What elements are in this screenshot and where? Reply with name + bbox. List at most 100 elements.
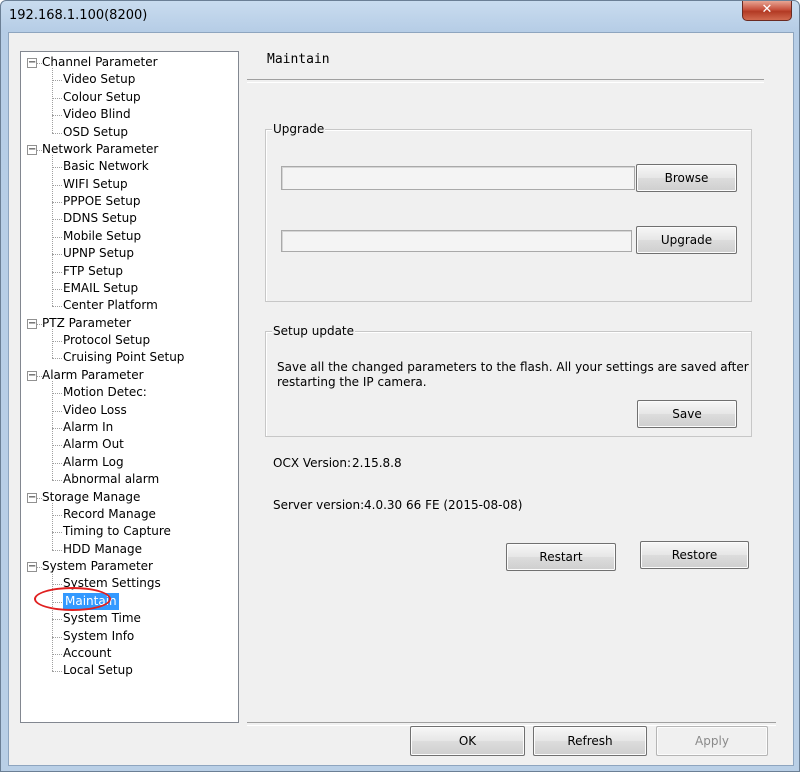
upgrade-group: Upgrade [265,122,752,302]
collapse-toggle-icon[interactable]: − [27,492,37,503]
save-button[interactable]: Save [637,400,737,428]
tree-connector [52,480,62,482]
tree-item[interactable]: Alarm Out [63,436,124,453]
tree-connector [52,341,62,343]
title-bar[interactable]: 192.168.1.100(8200) ✕ [1,1,799,31]
tree-connector [52,502,53,550]
tree-connector [52,288,62,290]
tree-connector [52,236,62,238]
tree-item[interactable]: WIFI Setup [63,176,128,193]
tree-connector [52,306,62,308]
tree-item[interactable]: Record Manage [63,506,156,523]
tree-connector [52,132,62,134]
tree-connector [52,532,62,534]
title-divider [247,79,764,83]
server-version-value: 4.0.30 66 FE (2015-08-08) [364,498,523,512]
tree-connector [52,97,62,99]
tree-item[interactable]: System Time [63,610,141,627]
upgrade-button[interactable]: Upgrade [636,226,737,254]
tree-item[interactable]: UPNP Setup [63,245,134,262]
tree-item[interactable]: Alarm Log [63,454,124,471]
close-icon: ✕ [761,2,773,17]
setup-update-caption: Setup update [272,324,356,338]
tree-item[interactable]: Alarm In [63,419,113,436]
tree-connector [52,653,62,655]
tree-connector [52,549,62,551]
tree-connector [52,271,62,273]
upgrade-group-caption: Upgrade [272,122,326,136]
collapse-toggle-icon[interactable]: − [27,318,37,329]
tree-connector [52,167,62,169]
tree-item[interactable]: Timing to Capture [63,523,171,540]
tree-item[interactable]: Center Platform [63,297,158,314]
dialog-client-area: − Channel Parameter Video Setup Colour Setu… [8,32,794,766]
tree-connector [52,80,62,82]
tree-connector [52,154,53,307]
tree-item[interactable]: Video Blind [63,106,131,123]
tree-group-label[interactable]: System Parameter [42,558,153,575]
tree-connector [52,328,53,359]
tree-connector [52,393,62,395]
tree-item[interactable]: Abnormal alarm [63,471,159,488]
tree-group-label[interactable]: Alarm Parameter [42,367,144,384]
tree-group-label[interactable]: Network Parameter [42,141,158,158]
tree-item[interactable]: Local Setup [63,662,133,679]
apply-button[interactable]: Apply [656,726,768,756]
tree-group-label[interactable]: Channel Parameter [42,54,158,71]
tree-item[interactable]: FTP Setup [63,263,123,280]
collapse-toggle-icon[interactable]: − [27,144,37,155]
tree-connector [52,410,62,412]
app-window: 192.168.1.100(8200) ✕ − Channel Parameter… [0,0,800,772]
tree-connector [52,115,62,117]
tree-connector [52,619,62,621]
tree-item[interactable]: System Info [63,628,134,645]
tree-connector [52,68,53,133]
tree-connector [52,358,62,360]
setup-update-description-line1: Save all the changed parameters to the f… [277,360,749,374]
ocx-version-label: OCX Version: [273,456,352,470]
tree-item[interactable]: DDNS Setup [63,210,137,227]
tree-connector [52,219,62,221]
tree-item[interactable]: Account [63,645,111,662]
tree-connector [52,636,62,638]
collapse-toggle-icon[interactable]: − [27,562,37,573]
tree-group-label[interactable]: Storage Manage [42,489,140,506]
tree-item[interactable]: Video Loss [63,402,127,419]
tree-connector [52,202,62,204]
tree-item[interactable]: Cruising Point Setup [63,349,184,366]
highlight-annotation [34,587,111,611]
upgrade-file-path-field[interactable] [281,166,635,190]
tree-item[interactable]: PPPOE Setup [63,193,140,210]
page-title: Maintain [267,52,330,67]
refresh-button[interactable]: Refresh [533,726,647,756]
tree-group-label[interactable]: PTZ Parameter [42,315,131,332]
tree-item[interactable]: Protocol Setup [63,332,150,349]
collapse-toggle-icon[interactable]: − [27,370,37,381]
server-version-label: Server version: [273,498,365,512]
tree-item[interactable]: Video Setup [63,71,135,88]
tree-connector [52,462,62,464]
ok-button[interactable]: OK [410,726,525,756]
window-title: 192.168.1.100(8200) [9,8,148,23]
upgrade-progress-field [281,230,632,252]
tree-item[interactable]: Basic Network [63,158,149,175]
tree-item[interactable]: Motion Detec: [63,384,147,401]
settings-tree[interactable]: − Channel Parameter Video Setup Colour Setu… [20,51,239,723]
close-button[interactable]: ✕ [742,1,792,21]
tree-item[interactable]: EMAIL Setup [63,280,138,297]
browse-button[interactable]: Browse [636,164,737,192]
tree-item[interactable]: HDD Manage [63,541,142,558]
restart-button[interactable]: Restart [506,543,616,571]
tree-connector [52,514,62,516]
tree-item[interactable]: Colour Setup [63,89,141,106]
tree-item[interactable]: OSD Setup [63,124,128,141]
tree-connector [52,254,62,256]
setup-update-description-line2: restarting the IP camera. [277,375,427,389]
tree-connector [52,427,62,429]
collapse-toggle-icon[interactable]: − [27,58,37,68]
tree-connector [52,184,62,186]
tree-connector [52,445,62,447]
tree-item[interactable]: Mobile Setup [63,228,141,245]
restore-button[interactable]: Restore [640,541,749,569]
tree-connector [52,671,62,673]
